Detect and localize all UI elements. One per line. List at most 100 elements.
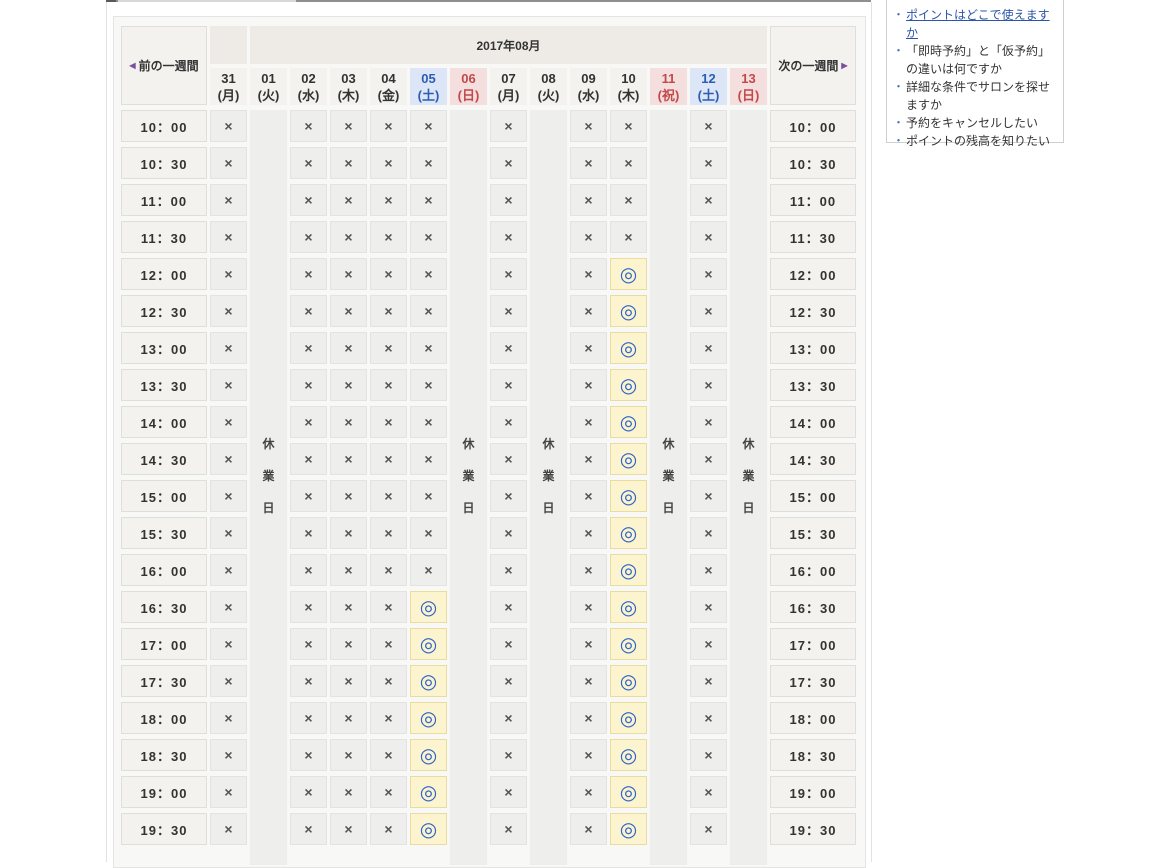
unavailable-mark: × — [504, 525, 513, 541]
time-text: 18：30 — [140, 748, 188, 764]
unavailable-slot: × — [330, 221, 367, 253]
unavailable-mark: × — [384, 192, 393, 208]
available-slot[interactable]: ◎ — [410, 776, 447, 808]
available-slot[interactable]: ◎ — [610, 554, 647, 586]
available-slot[interactable]: ◎ — [610, 628, 647, 660]
unavailable-slot: × — [570, 813, 607, 845]
available-slot[interactable]: ◎ — [610, 480, 647, 512]
unavailable-slot: × — [410, 369, 447, 401]
unavailable-mark: × — [224, 340, 233, 356]
time-text: 19：30 — [789, 822, 837, 838]
unavailable-slot: × — [210, 184, 247, 216]
unavailable-mark: × — [424, 192, 433, 208]
available-slot[interactable]: ◎ — [410, 628, 447, 660]
unavailable-mark: × — [344, 821, 353, 837]
unavailable-slot: × — [370, 813, 407, 845]
available-slot[interactable]: ◎ — [610, 776, 647, 808]
unavailable-mark: × — [504, 673, 513, 689]
unavailable-slot: × — [210, 702, 247, 734]
unavailable-mark: × — [704, 488, 713, 504]
faq-link[interactable]: 「即時予約」と「仮予約」の違いは何ですか — [893, 42, 1053, 78]
next-week-button[interactable]: 次の一週間 ▶ — [770, 26, 856, 105]
faq-link[interactable]: 詳細な条件でサロンを探せますか — [893, 78, 1053, 114]
unavailable-slot: × — [570, 554, 607, 586]
unavailable-mark: × — [224, 673, 233, 689]
unavailable-slot: × — [570, 258, 607, 290]
unavailable-slot: × — [370, 221, 407, 253]
time-text: 11：30 — [140, 230, 188, 246]
available-slot[interactable]: ◎ — [610, 406, 647, 438]
time-text: 17：00 — [140, 637, 188, 653]
unavailable-mark: × — [584, 340, 593, 356]
available-slot[interactable]: ◎ — [410, 813, 447, 845]
day-header-12: 12 (土) — [690, 68, 727, 105]
available-slot[interactable]: ◎ — [610, 517, 647, 549]
closed-label: 休業日 — [542, 428, 554, 524]
available-mark: ◎ — [419, 596, 438, 619]
unavailable-mark: × — [424, 377, 433, 393]
day-number: 05 — [421, 70, 436, 86]
available-slot[interactable]: ◎ — [610, 591, 647, 623]
unavailable-slot: × — [370, 554, 407, 586]
unavailable-slot: × — [330, 628, 367, 660]
unavailable-slot: × — [490, 110, 527, 142]
available-slot[interactable]: ◎ — [610, 443, 647, 475]
day-of-week: (火) — [537, 87, 560, 103]
unavailable-mark: × — [384, 340, 393, 356]
available-slot[interactable]: ◎ — [610, 702, 647, 734]
available-slot[interactable]: ◎ — [610, 295, 647, 327]
unavailable-slot: × — [330, 591, 367, 623]
unavailable-mark: × — [344, 710, 353, 726]
available-slot[interactable]: ◎ — [410, 702, 447, 734]
unavailable-mark: × — [624, 155, 633, 171]
closed-label-char: 日 — [462, 501, 475, 515]
available-slot[interactable]: ◎ — [410, 739, 447, 771]
available-mark: ◎ — [419, 781, 438, 804]
available-slot[interactable]: ◎ — [410, 665, 447, 697]
faq-link[interactable]: ポイントはどこで使えますか — [893, 6, 1053, 42]
day-number: 10 — [621, 70, 636, 86]
day-number: 31 — [221, 70, 236, 86]
available-mark: ◎ — [619, 596, 638, 619]
time-text: 18：00 — [140, 711, 188, 727]
unavailable-mark: × — [704, 118, 713, 134]
available-slot[interactable]: ◎ — [610, 813, 647, 845]
closed-day-column: 休業日 — [650, 110, 687, 865]
unavailable-slot: × — [690, 739, 727, 771]
day-number: 04 — [381, 70, 396, 86]
unavailable-slot: × — [330, 332, 367, 364]
time-text: 10：00 — [140, 119, 188, 135]
faq-link[interactable]: ポイントの残高を知りたい — [893, 132, 1053, 150]
available-mark: ◎ — [619, 707, 638, 730]
available-slot[interactable]: ◎ — [610, 369, 647, 401]
unavailable-slot: × — [290, 295, 327, 327]
closed-label-char: 休 — [662, 437, 675, 451]
unavailable-slot: × — [290, 443, 327, 475]
available-slot[interactable]: ◎ — [610, 332, 647, 364]
closed-label-char: 業 — [742, 469, 755, 483]
unavailable-mark: × — [304, 451, 313, 467]
unavailable-mark: × — [344, 488, 353, 504]
prev-week-button[interactable]: ◀ 前の一週間 — [121, 26, 207, 105]
closed-label-char: 日 — [742, 501, 755, 515]
unavailable-slot: × — [330, 554, 367, 586]
unavailable-mark: × — [304, 747, 313, 763]
unavailable-mark: × — [504, 266, 513, 282]
time-label-right: 14：00 — [770, 406, 856, 438]
time-label-left: 11：00 — [121, 184, 207, 216]
available-slot[interactable]: ◎ — [610, 665, 647, 697]
unavailable-slot: × — [210, 739, 247, 771]
unavailable-mark: × — [224, 488, 233, 504]
available-slot[interactable]: ◎ — [610, 258, 647, 290]
faq-link[interactable]: 予約をキャンセルしたい — [893, 114, 1053, 132]
day-header-31: 31 (月) — [210, 68, 247, 105]
prev-week-label: 前の一週間 — [138, 59, 199, 73]
unavailable-slot: × — [490, 147, 527, 179]
available-slot[interactable]: ◎ — [410, 591, 447, 623]
unavailable-slot: × — [690, 221, 727, 253]
unavailable-slot: × — [690, 295, 727, 327]
time-label-left: 18：00 — [121, 702, 207, 734]
closed-label-char: 休 — [262, 437, 275, 451]
available-slot[interactable]: ◎ — [610, 739, 647, 771]
day-of-week: (火) — [257, 87, 280, 103]
